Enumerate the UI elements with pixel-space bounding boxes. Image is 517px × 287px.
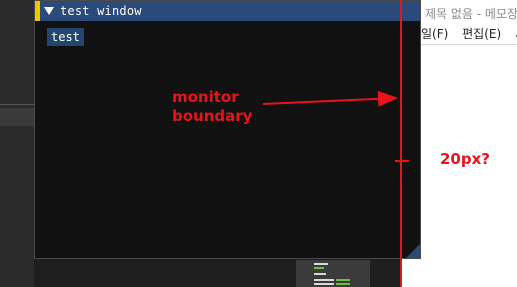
screenshot-stage: 제목 없음 - 메모장 일(F) 편집(E) 서 test window tes…: [0, 0, 517, 287]
arrow-icon: [262, 90, 398, 107]
